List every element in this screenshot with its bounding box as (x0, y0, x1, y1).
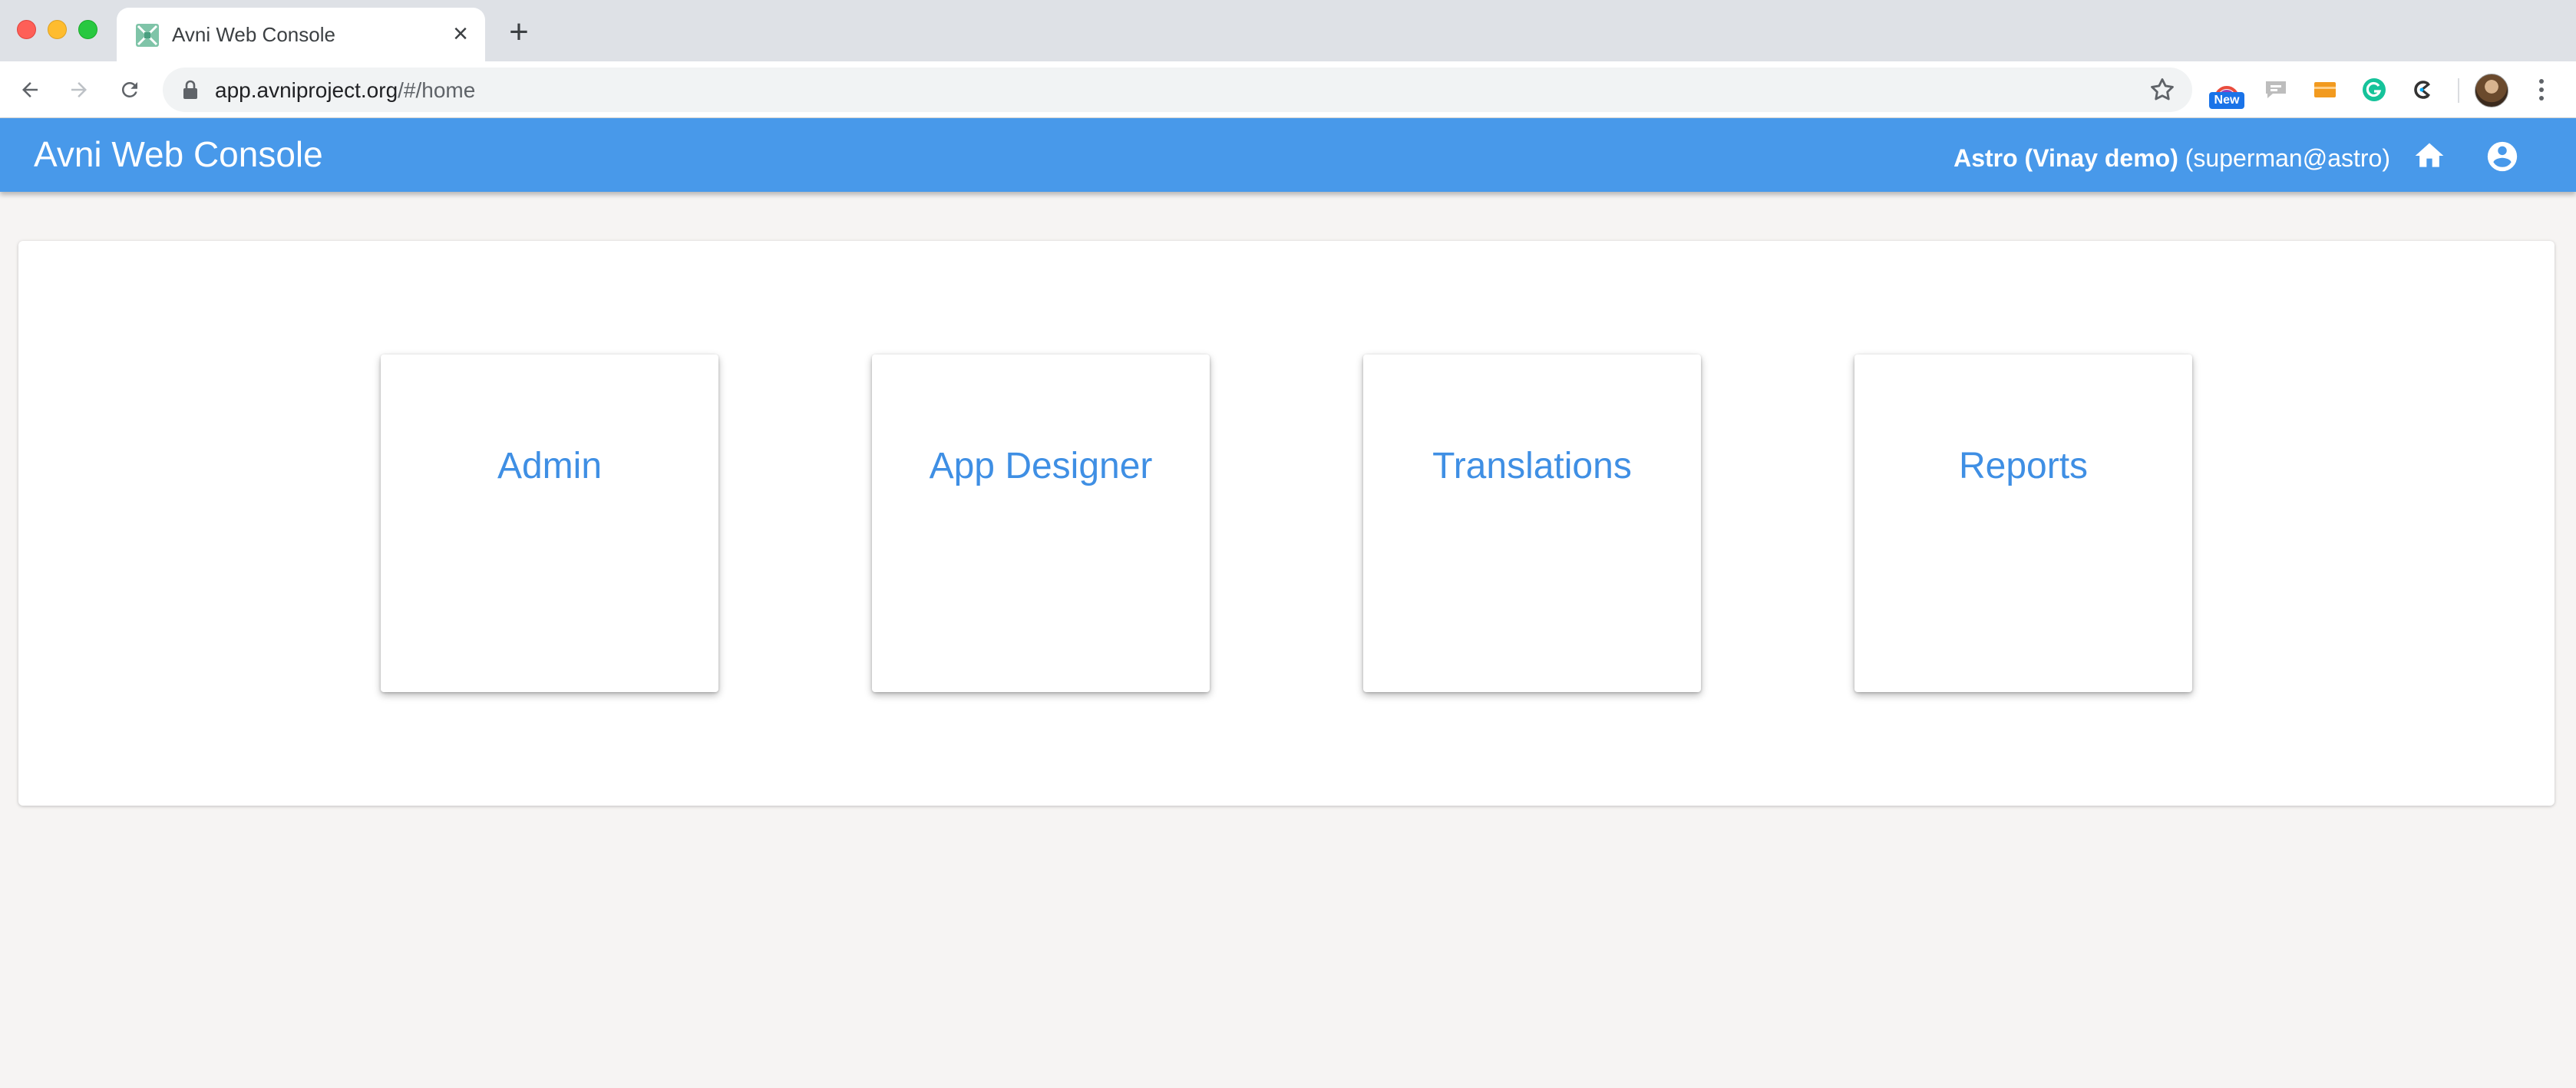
close-window-button[interactable] (17, 20, 36, 39)
star-icon[interactable] (2148, 75, 2177, 104)
arrow-left-icon (22, 82, 38, 97)
url-path: /#/home (398, 78, 476, 102)
app-designer-card[interactable]: App Designer (872, 354, 1210, 692)
toolbar-divider (2458, 78, 2459, 103)
forward-button[interactable] (63, 74, 95, 106)
user-org: Astro (Vinay demo) (1953, 144, 2178, 172)
chat-extension-icon[interactable] (2260, 74, 2292, 106)
user-info: Astro (Vinay demo) (superman@astro) (1953, 144, 2390, 173)
url-text: app.avniproject.org/#/home (215, 78, 475, 103)
card-label[interactable]: App Designer (872, 445, 1210, 487)
user-email: (superman@astro) (2185, 144, 2390, 172)
maximize-window-button[interactable] (78, 20, 97, 39)
app-title: Avni Web Console (34, 134, 323, 174)
more-vert-icon (2539, 79, 2544, 101)
close-tab-icon[interactable]: × (447, 20, 474, 48)
grammarly-icon[interactable] (2358, 74, 2390, 106)
new-tab-button[interactable]: + (504, 15, 534, 49)
translations-card[interactable]: Translations (1363, 354, 1701, 692)
url-host: app.avniproject.org (215, 78, 398, 102)
avni-favicon-icon (136, 24, 159, 47)
app-header: Avni Web Console Astro (Vinay demo) (sup… (0, 118, 2576, 192)
profile-avatar[interactable] (2475, 74, 2508, 107)
tab-title: Avni Web Console (172, 23, 335, 46)
account-button[interactable] (2484, 138, 2521, 175)
clockify-icon[interactable] (2407, 74, 2439, 106)
browser-toolbar: app.avniproject.org/#/home (0, 61, 2576, 118)
minimize-window-button[interactable] (48, 20, 67, 39)
reload-icon (121, 81, 137, 97)
card-label[interactable]: Translations (1363, 445, 1701, 487)
reload-button[interactable] (114, 74, 146, 106)
reports-card[interactable]: Reports (1854, 354, 2192, 692)
address-bar[interactable]: app.avniproject.org/#/home (163, 68, 2192, 112)
card-label[interactable]: Admin (381, 445, 718, 487)
home-icon (2415, 143, 2444, 167)
account-circle-icon (2487, 141, 2518, 172)
lock-icon (183, 80, 197, 99)
browser-tabstrip: Avni Web Console × + (0, 0, 2576, 61)
home-button[interactable] (2412, 138, 2447, 173)
card-label[interactable]: Reports (1854, 445, 2192, 487)
browser-menu-button[interactable] (2525, 74, 2558, 106)
back-button[interactable] (14, 74, 46, 106)
arrow-right-icon (71, 82, 87, 97)
home-panel: Admin App Designer Translations Reports (18, 241, 2555, 806)
folder-extension-icon[interactable] (2309, 74, 2341, 106)
new-badge: New (2209, 92, 2244, 109)
admin-card[interactable]: Admin (381, 354, 718, 692)
browser-tab[interactable]: Avni Web Console × (117, 8, 485, 61)
